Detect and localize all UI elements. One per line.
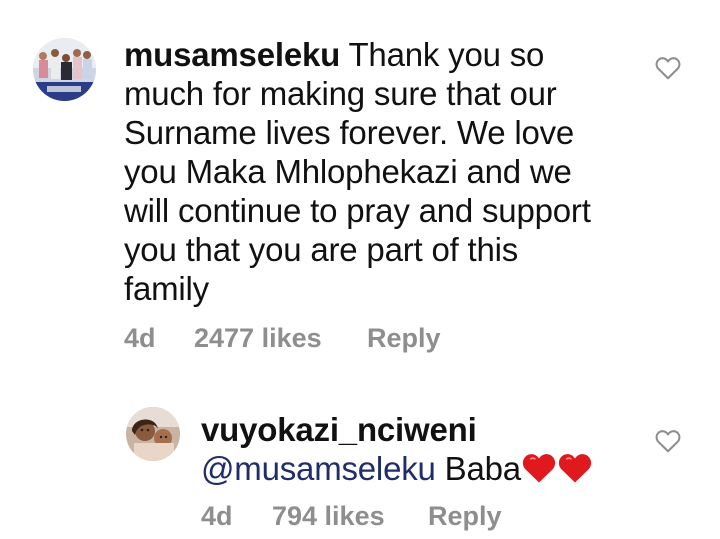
avatar[interactable] [126, 407, 180, 461]
comment-username[interactable]: vuyokazi_nciweni [201, 410, 641, 449]
comment-meta: 4d 2477 likes Reply [124, 323, 441, 354]
red-heart-emoji [521, 449, 593, 488]
comment-body: musamseleku Thank you so much for making… [124, 35, 664, 308]
comment-line: family [124, 270, 209, 307]
likes-count[interactable]: 2477 likes [194, 323, 367, 354]
comment-age: 4d [124, 323, 156, 353]
avatar[interactable] [33, 38, 96, 101]
comment-line: Surname lives forever. We love [124, 114, 575, 151]
reply-body: vuyokazi_nciweni @musamseleku Baba [201, 410, 641, 488]
comment-line: Thank you so [348, 36, 545, 73]
like-heart-icon[interactable] [655, 56, 681, 80]
comment-vuyokazi: vuyokazi_nciweni @musamseleku Baba 4d 79… [0, 370, 720, 539]
comment-line: you that you are part of this [124, 231, 519, 268]
comment-line: Baba [444, 450, 521, 487]
comment-username[interactable]: musamseleku [124, 36, 340, 73]
like-heart-icon[interactable] [655, 429, 681, 453]
mention-link[interactable]: @musamseleku [201, 450, 436, 487]
comment-line: will continue to pray and support [124, 192, 591, 229]
comment-musamseleku: musamseleku Thank you so much for making… [0, 0, 720, 370]
reply-button[interactable]: Reply [428, 501, 502, 532]
comment-age: 4d [201, 501, 233, 531]
comment-meta: 4d 794 likes Reply [201, 501, 502, 532]
likes-count[interactable]: 794 likes [272, 501, 428, 532]
comment-line: much for making sure that our [124, 75, 557, 112]
comment-line: you Maka Mhlophekazi and we [124, 153, 572, 190]
reply-button[interactable]: Reply [367, 323, 441, 354]
